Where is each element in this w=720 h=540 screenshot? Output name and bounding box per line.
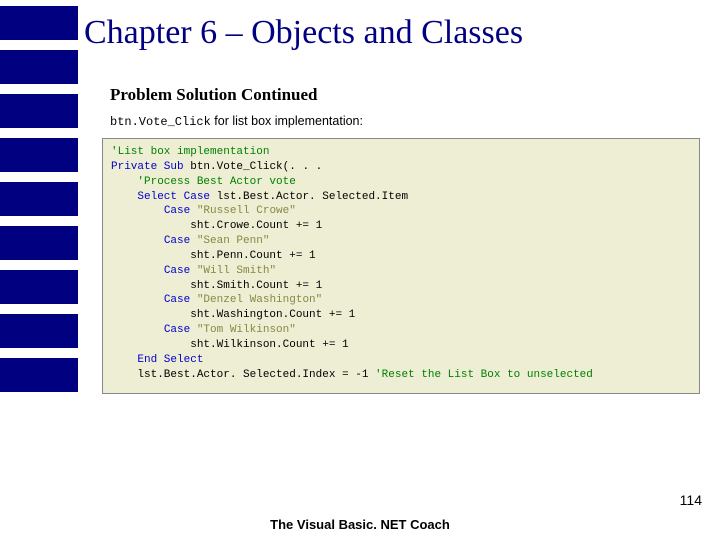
section-subtitle: Problem Solution Continued <box>110 85 318 105</box>
chapter-title: Chapter 6 – Objects and Classes <box>84 14 523 52</box>
code-identifier: btn.Vote_Click <box>110 115 211 129</box>
sidebar-stripes <box>0 0 78 540</box>
footer-text: The Visual Basic. NET Coach <box>0 517 720 532</box>
description-text: for list box implementation: <box>211 114 363 128</box>
page-number: 114 <box>680 492 702 508</box>
description-line: btn.Vote_Click for list box implementati… <box>110 114 363 129</box>
code-listing: 'List box implementation Private Sub btn… <box>102 138 700 394</box>
